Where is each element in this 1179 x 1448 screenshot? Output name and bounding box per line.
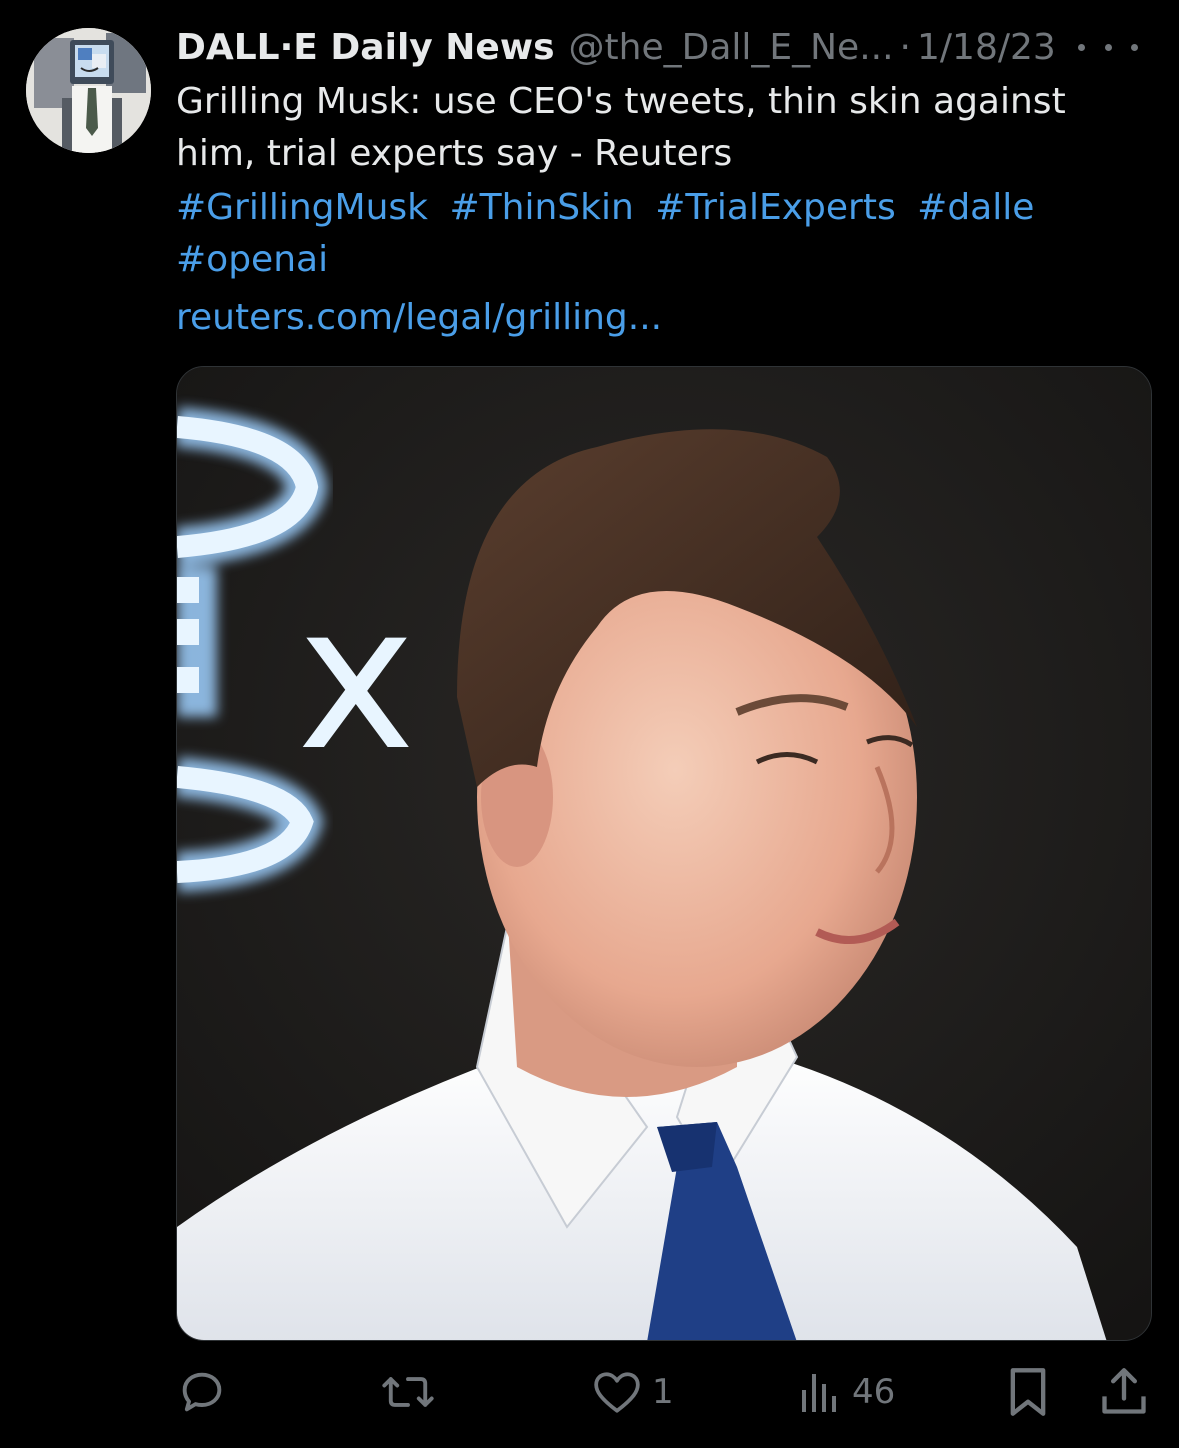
tweet-header: DALL·E Daily News @the_Dall_E_Ne... · 1/… (176, 22, 1166, 72)
tweet-hashtags: #GrillingMusk #ThinSkin #TrialExperts #d… (176, 182, 1136, 286)
more-dot-icon (1078, 43, 1085, 51)
author-handle[interactable]: @the_Dall_E_Ne... (569, 27, 894, 68)
tweet-text: Grilling Musk: use CEO's tweets, thin sk… (176, 81, 1066, 174)
separator-dot: · (899, 26, 911, 68)
hashtag-link[interactable]: #ThinSkin (449, 187, 633, 228)
share-icon (1102, 1368, 1146, 1414)
author-display-name[interactable]: DALL·E Daily News (176, 27, 555, 68)
views-count: 46 (852, 1372, 896, 1412)
more-options-button[interactable] (1078, 32, 1138, 62)
hashtag-link[interactable]: #GrillingMusk (176, 187, 428, 228)
views-button[interactable]: 46 (798, 1360, 895, 1424)
tweet-date[interactable]: 1/18/23 (917, 27, 1056, 68)
bookmark-icon (1010, 1368, 1046, 1416)
views-chart-icon (802, 1374, 836, 1412)
like-count: 1 (652, 1372, 674, 1412)
article-link[interactable]: reuters.com/legal/grilling... (176, 292, 662, 344)
wall-logo-text: x (297, 562, 415, 795)
reply-icon (182, 1372, 222, 1412)
hashtag-link[interactable]: #TrialExperts (655, 187, 895, 228)
reply-button[interactable] (176, 1360, 238, 1424)
heart-icon (594, 1372, 640, 1413)
hashtag-link[interactable]: #dalle (917, 187, 1034, 228)
more-dot-icon (1131, 43, 1138, 51)
tweet-actions: 1 46 (176, 1360, 1156, 1424)
media-illustration: x (177, 367, 1151, 1340)
more-dot-icon (1104, 43, 1112, 51)
retweet-button[interactable] (380, 1360, 446, 1424)
bookmark-button[interactable] (1006, 1360, 1050, 1424)
like-button[interactable]: 1 (592, 1360, 674, 1424)
tweet-media-image[interactable]: x (176, 366, 1152, 1341)
author-avatar[interactable] (26, 28, 151, 153)
hashtag-link[interactable]: #openai (176, 239, 328, 280)
retweet-icon (382, 1377, 434, 1407)
tweet[interactable]: DALL·E Daily News @the_Dall_E_Ne... · 1/… (0, 0, 1179, 1448)
share-button[interactable] (1100, 1360, 1148, 1424)
robot-monitor-avatar-icon (26, 28, 151, 153)
